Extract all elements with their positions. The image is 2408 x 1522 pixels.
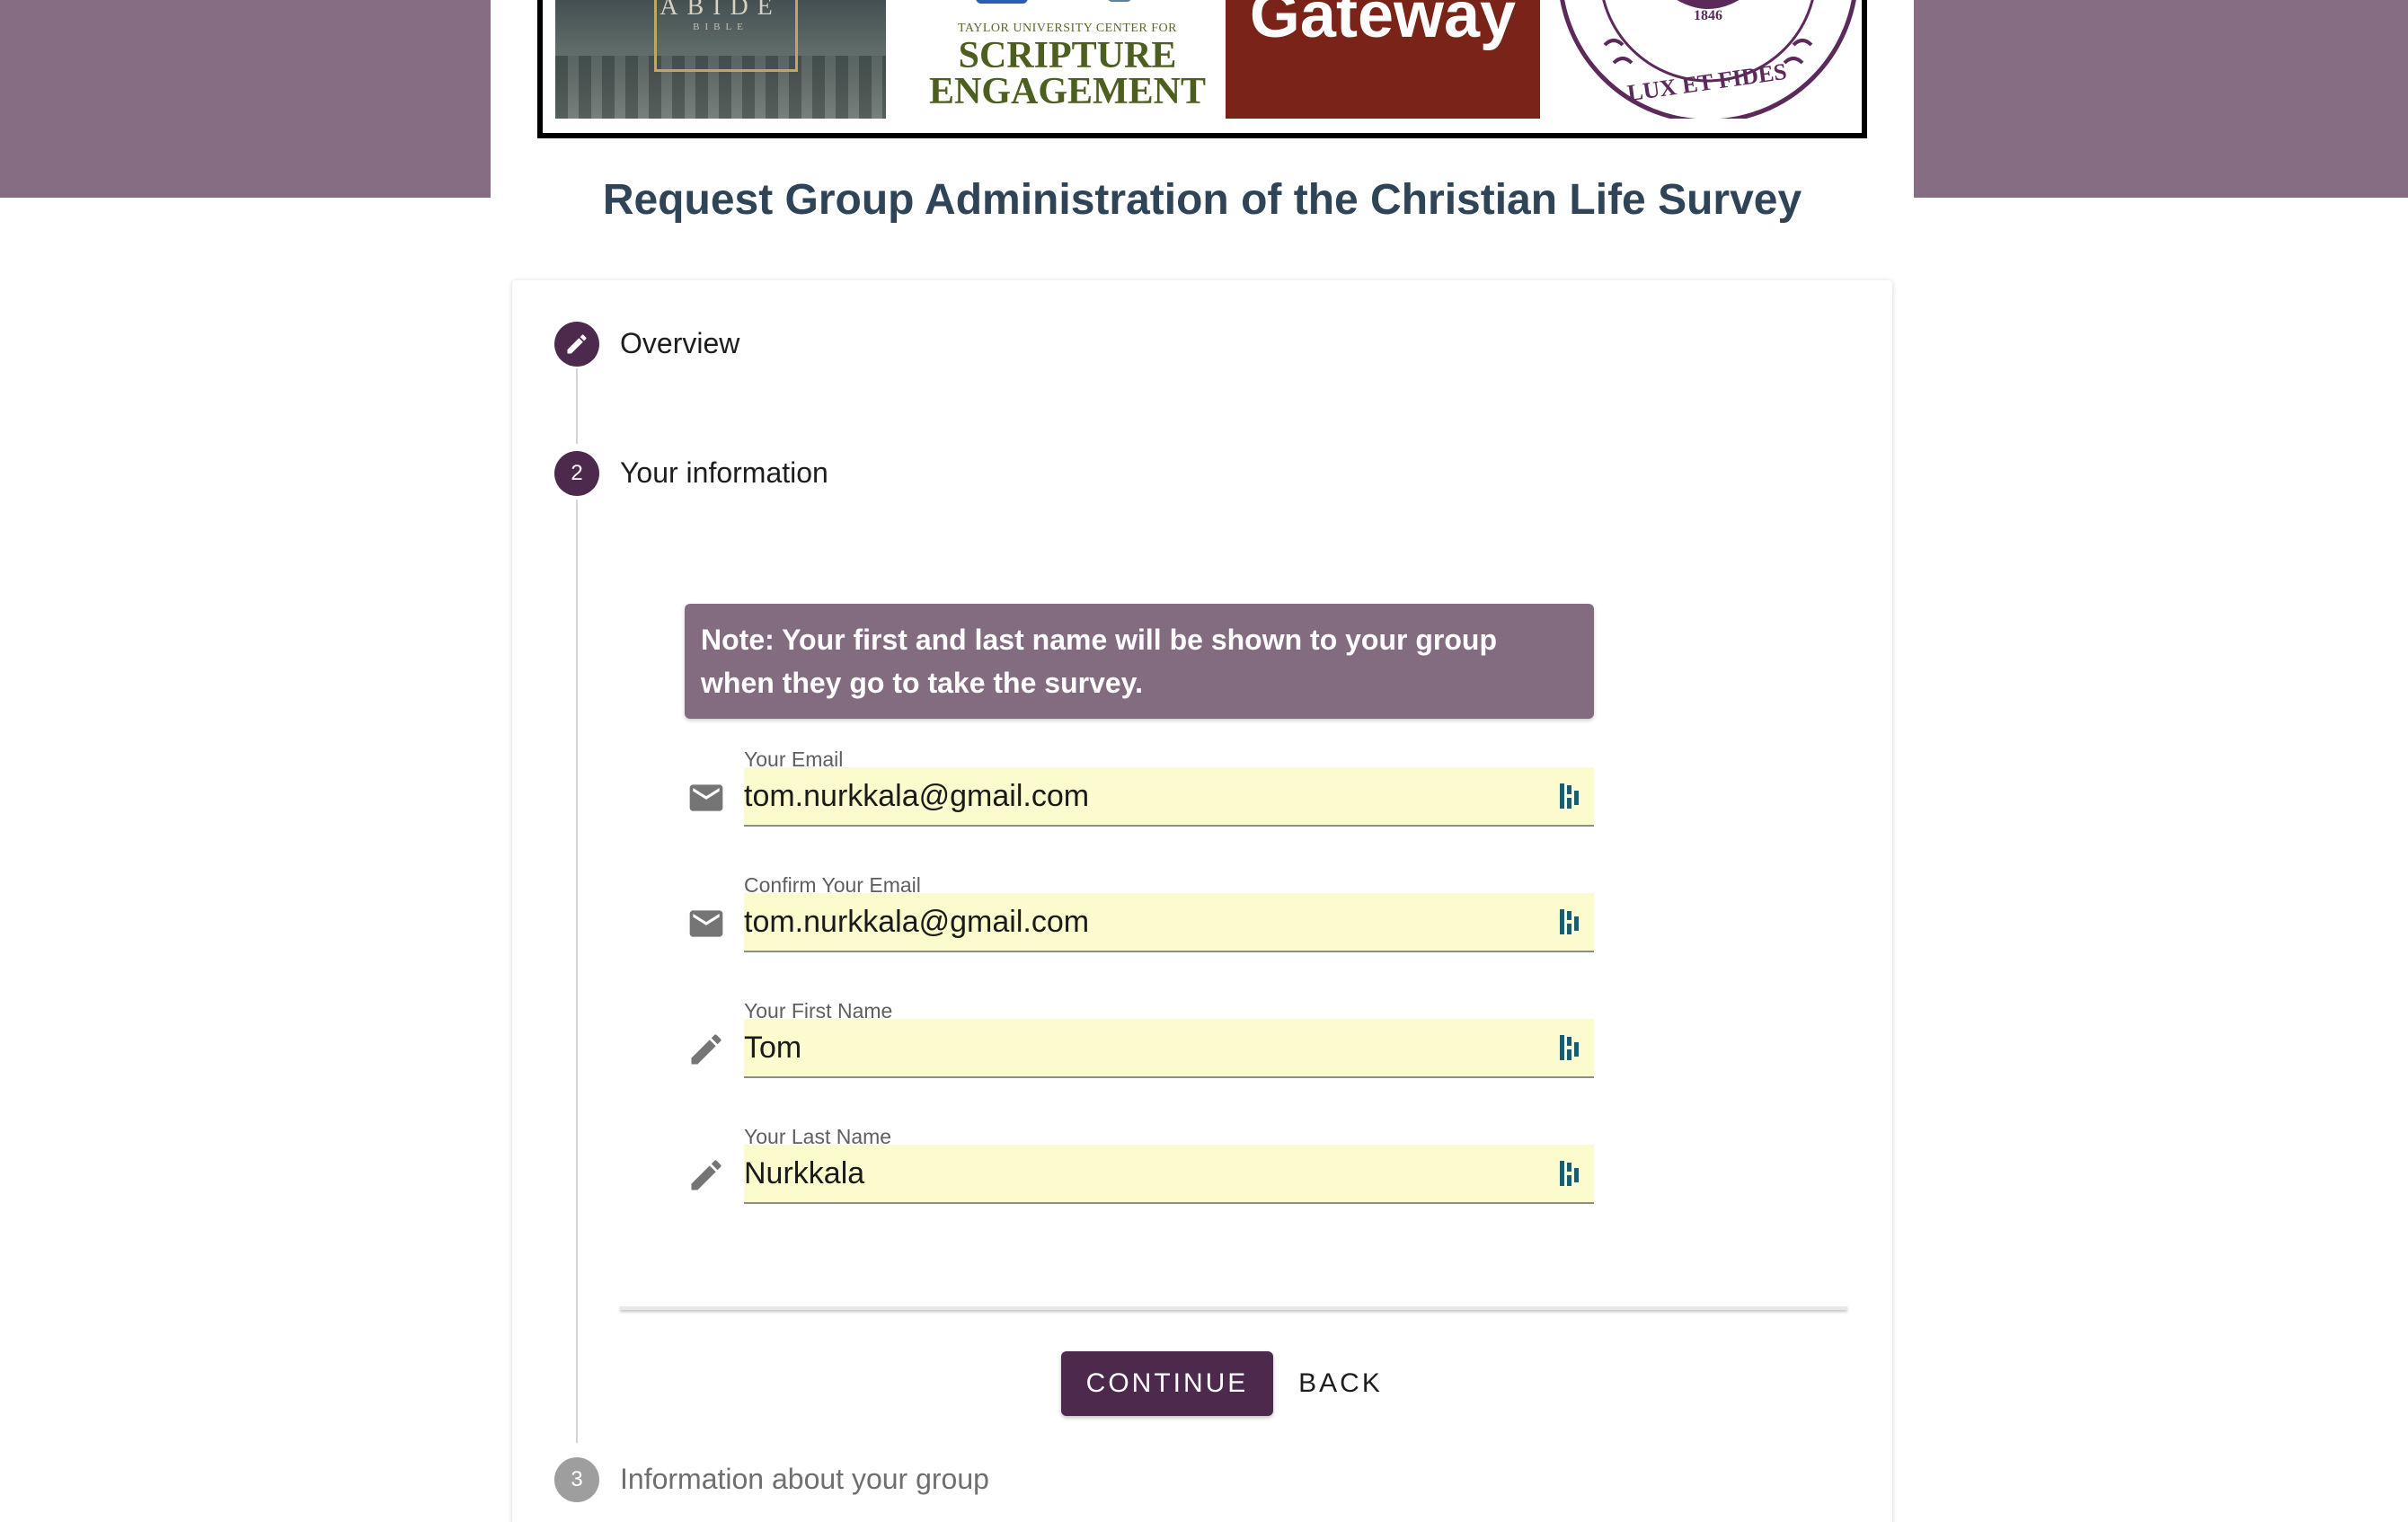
mail-icon [689,910,723,937]
university-seal-logo: 1846 LUX ET FIDES [1551,0,1862,119]
first-name-input[interactable] [744,1019,1535,1076]
password-manager-icon[interactable] [1558,907,1581,936]
stepper-connector [576,500,578,1443]
email-field[interactable] [744,767,1594,827]
seal-icon: 1846 LUX ET FIDES [1560,0,1856,119]
page-title: Request Group Administration of the Chri… [602,176,1802,224]
email-input[interactable] [744,767,1535,825]
abide-logo-subtitle: BIBLE [693,22,748,32]
partner-logo-banner: ABIDE BIBLE TAYLOR UNIVERSITY CENTER FOR… [537,0,1867,138]
back-button[interactable]: BACK [1287,1351,1394,1416]
step-number: 2 [571,461,583,485]
step-group-info-label[interactable]: Information about your group [620,1463,989,1496]
abide-bible-logo: ABIDE BIBLE [555,0,886,119]
scripture-engagement-logo: TAYLOR UNIVERSITY CENTER FOR SCRIPTURE E… [899,0,1236,119]
step-number: 3 [571,1467,583,1491]
abide-logo-title: ABIDE [660,0,782,21]
step-overview-icon[interactable] [554,322,599,367]
pencil-icon [691,1160,722,1190]
step-your-information-icon[interactable]: 2 [554,451,599,496]
password-manager-icon[interactable] [1558,1033,1581,1062]
password-manager-icon[interactable] [1558,782,1581,810]
form-divider [620,1306,1847,1310]
seal-year: 1846 [1694,8,1722,23]
tu-logo-line2: ENGAGEMENT [928,71,1207,112]
first-name-field[interactable] [744,1019,1594,1078]
last-name-input[interactable] [744,1145,1535,1202]
gateway-logo: Gateway [1226,0,1540,119]
tu-logo-small-text: TAYLOR UNIVERSITY CENTER FOR [957,22,1177,35]
pencil-icon [567,334,587,354]
mail-icon [689,784,723,811]
stepper-connector [576,368,578,444]
tu-logo-line1: SCRIPTURE [958,35,1177,76]
name-visibility-note: Note: Your first and last name will be s… [685,604,1594,719]
confirm-email-field[interactable] [744,893,1594,952]
step-your-information-label[interactable]: Your information [620,456,828,490]
password-manager-icon[interactable] [1558,1159,1581,1188]
last-name-field[interactable] [744,1145,1594,1204]
step-group-info-icon[interactable]: 3 [554,1457,599,1502]
continue-button[interactable]: CONTINUE [1061,1351,1273,1416]
step-overview-label[interactable]: Overview [620,327,739,360]
gateway-logo-text: Gateway [1249,0,1517,51]
confirm-email-input[interactable] [744,893,1535,951]
pencil-icon [691,1034,722,1065]
